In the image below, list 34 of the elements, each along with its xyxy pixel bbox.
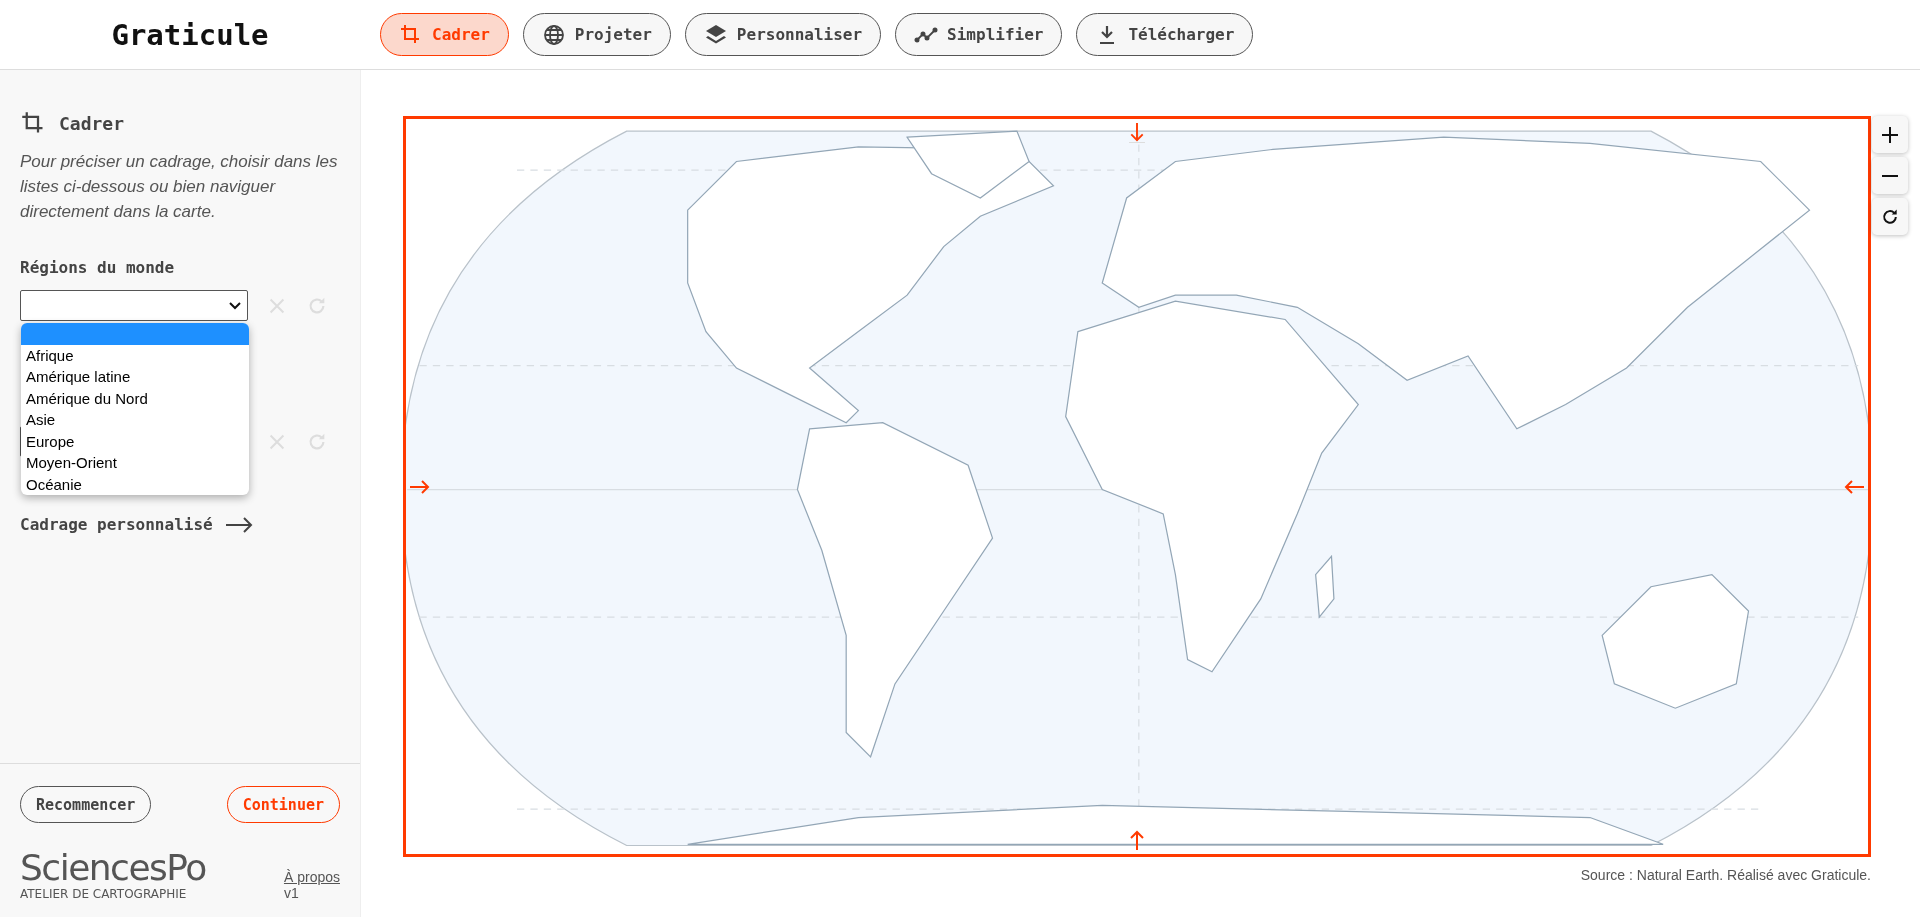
arrow-up-icon[interactable] [1129,830,1145,850]
arrow-right-icon[interactable] [410,478,430,495]
zoom-out-button[interactable] [1872,157,1908,194]
dropdown-option[interactable]: Asie [21,409,249,431]
app-title: Graticule [110,17,270,52]
zoom-in-button[interactable] [1872,116,1908,153]
source-caption: Source : Natural Earth. Réalisé avec Graticule. [1579,867,1871,883]
dropdown-option[interactable]: Océanie [21,473,249,495]
tab[interactable]: Personnaliser [684,13,882,56]
chevron-down-icon [229,301,241,310]
custom-frame-link[interactable]: Cadrage personnalisé [20,515,253,534]
logo-subtitle: ATELIER DE CARTOGRAPHIE [20,887,188,901]
tab[interactable]: Projeter [522,13,671,56]
version-label: v1 [283,885,300,901]
logo-name: SciencesPo [20,849,206,887]
reset-view-button[interactable] [1872,198,1908,235]
field-label: Régions du monde [20,258,176,277]
dropdown-option[interactable]: Europe [21,430,249,452]
panel-description: Pour préciser un cadrage, choisir dans les listes ci-dessous ou bien naviguer directement dans la carte. [20,151,339,223]
arrow-left-icon[interactable] [1844,478,1864,495]
tab[interactable]: Télécharger [1076,13,1254,56]
minus-icon [1882,174,1898,177]
panel-title: Cadrer [59,113,125,134]
dropdown-option[interactable]: Amérique latine [21,366,249,388]
region-select[interactable] [20,290,248,321]
dropdown-option[interactable]: Moyen-Orient [21,452,249,474]
tab[interactable]: Simplifier [895,13,1063,56]
dropdown-option[interactable]: Amérique du Nord [21,387,249,409]
dropdown-option[interactable]: Afrique [21,344,249,366]
globe-icon [541,22,566,47]
plus-icon [1880,124,1900,145]
arrow-down-icon[interactable] [1129,123,1145,143]
about-link[interactable]: À propos [283,869,340,885]
arrow-right-icon [224,516,253,533]
